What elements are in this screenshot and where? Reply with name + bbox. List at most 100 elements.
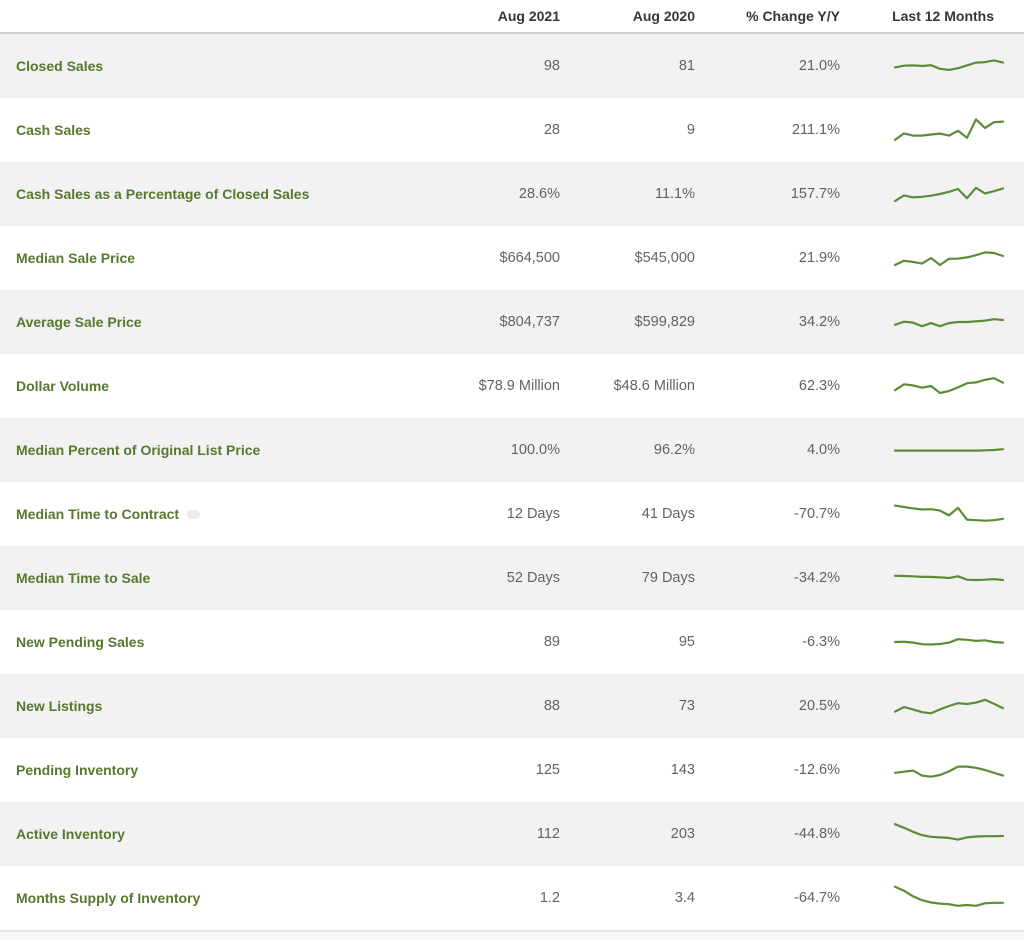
- value-change-yy: -44.8%: [794, 826, 840, 842]
- bottom-divider: [0, 930, 1024, 940]
- table-row: Median Sale Price $664,500 $545,000 21.9…: [0, 226, 1024, 290]
- sparkline-cell: [840, 882, 1024, 914]
- metric-label-link[interactable]: New Pending Sales: [0, 634, 430, 650]
- value-aug-2021: 28.6%: [518, 186, 560, 202]
- sparkline-chart: [893, 698, 1005, 715]
- value-aug-2020: 96.2%: [653, 442, 695, 458]
- value-aug-2020: 203: [670, 826, 695, 842]
- table-row: Closed Sales 98 81 21.0%: [0, 34, 1024, 98]
- sparkline-cell: [840, 626, 1024, 658]
- value-change-yy: -34.2%: [794, 570, 840, 586]
- value-change-yy: 21.9%: [798, 250, 840, 266]
- metric-label-link[interactable]: Average Sale Price: [0, 314, 430, 330]
- value-aug-2021: 100.0%: [510, 442, 560, 458]
- header-aug-2021: Aug 2021: [497, 8, 560, 24]
- sparkline-cell: [840, 754, 1024, 786]
- value-aug-2020: 143: [670, 762, 695, 778]
- sparkline-chart: [893, 504, 1005, 522]
- metric-label: Dollar Volume: [16, 378, 110, 394]
- table-row: Dollar Volume $78.9 Million $48.6 Millio…: [0, 354, 1024, 418]
- value-aug-2021: 28: [543, 122, 560, 138]
- table-row: Median Percent of Original List Price 10…: [0, 418, 1024, 482]
- metric-label-link[interactable]: New Listings: [0, 698, 430, 714]
- metric-label-link[interactable]: Closed Sales: [0, 58, 430, 74]
- metric-label-link[interactable]: Active Inventory: [0, 826, 430, 842]
- table-row: Cash Sales as a Percentage of Closed Sal…: [0, 162, 1024, 226]
- value-change-yy: 4.0%: [806, 442, 840, 458]
- value-aug-2020: 73: [678, 698, 695, 714]
- value-aug-2021: 125: [535, 762, 560, 778]
- metric-label: Median Percent of Original List Price: [16, 442, 261, 458]
- value-aug-2021: 89: [543, 634, 560, 650]
- metric-label: Median Sale Price: [16, 250, 136, 266]
- value-change-yy: -6.3%: [802, 634, 840, 650]
- metric-label-link[interactable]: Median Sale Price: [0, 250, 430, 266]
- value-change-yy: -70.7%: [794, 506, 840, 522]
- value-aug-2021: 88: [543, 698, 560, 714]
- metric-label-link[interactable]: Median Time to Sale: [0, 570, 430, 586]
- value-aug-2021: 1.2: [539, 890, 560, 906]
- value-change-yy: 34.2%: [798, 314, 840, 330]
- info-icon: [187, 509, 201, 519]
- value-aug-2020: 3.4: [674, 890, 695, 906]
- value-aug-2020: $545,000: [634, 250, 695, 266]
- metric-label-link[interactable]: Median Time to Contract: [0, 506, 430, 522]
- sparkline-cell: [840, 818, 1024, 850]
- value-aug-2020: 79 Days: [641, 570, 695, 586]
- sparkline-cell: [840, 178, 1024, 210]
- sparkline-cell: [840, 114, 1024, 146]
- metric-label-link[interactable]: Months Supply of Inventory: [0, 890, 430, 906]
- sparkline-chart: [893, 823, 1005, 841]
- value-change-yy: -12.6%: [794, 762, 840, 778]
- table-row: Median Time to Contract 12 Days 41 Days …: [0, 482, 1024, 546]
- sparkline-chart: [893, 448, 1005, 452]
- value-aug-2020: 9: [686, 122, 695, 138]
- table-row: New Listings 88 73 20.5%: [0, 674, 1024, 738]
- sparkline-chart: [893, 885, 1005, 907]
- sparkline-cell: [840, 50, 1024, 82]
- value-aug-2021: $804,737: [499, 314, 560, 330]
- metric-label-link[interactable]: Median Percent of Original List Price: [0, 442, 430, 458]
- value-change-yy: 157.7%: [790, 186, 840, 202]
- value-change-yy: 211.1%: [791, 122, 840, 138]
- metric-label: Months Supply of Inventory: [16, 890, 201, 906]
- sparkline-cell: [840, 434, 1024, 466]
- value-aug-2021: 52 Days: [506, 570, 560, 586]
- table-row: Cash Sales 28 9 211.1%: [0, 98, 1024, 162]
- value-aug-2020: 81: [678, 58, 695, 74]
- metric-label-link[interactable]: Cash Sales: [0, 122, 430, 138]
- header-aug-2020: Aug 2020: [632, 8, 695, 24]
- value-aug-2021: 98: [543, 58, 560, 74]
- metric-label: New Listings: [16, 698, 103, 714]
- metric-label: Cash Sales: [16, 122, 91, 138]
- value-aug-2021: 12 Days: [506, 506, 560, 522]
- metric-label: New Pending Sales: [16, 634, 145, 650]
- sparkline-chart: [893, 765, 1005, 778]
- table-row: Months Supply of Inventory 1.2 3.4 -64.7…: [0, 866, 1024, 930]
- table-row: Median Time to Sale 52 Days 79 Days -34.…: [0, 546, 1024, 610]
- metric-label: Cash Sales as a Percentage of Closed Sal…: [16, 186, 310, 202]
- market-stats-table: Aug 2021 Aug 2020 % Change Y/Y Last 12 M…: [0, 0, 1024, 940]
- metric-label-link[interactable]: Dollar Volume: [0, 378, 430, 394]
- value-change-yy: 62.3%: [798, 378, 840, 394]
- sparkline-chart: [893, 377, 1005, 395]
- value-change-yy: 21.0%: [798, 58, 840, 74]
- metric-label-link[interactable]: Pending Inventory: [0, 762, 430, 778]
- table-row: Pending Inventory 125 143 -12.6%: [0, 738, 1024, 802]
- value-aug-2021: $78.9 Million: [478, 378, 560, 394]
- value-aug-2020: $599,829: [634, 314, 695, 330]
- sparkline-chart: [893, 118, 1005, 141]
- sparkline-chart: [893, 251, 1005, 267]
- metric-label: Median Time to Sale: [16, 570, 151, 586]
- sparkline-chart: [893, 186, 1005, 203]
- metric-label: Pending Inventory: [16, 762, 139, 778]
- sparkline-chart: [893, 638, 1005, 646]
- table-header-row: Aug 2021 Aug 2020 % Change Y/Y Last 12 M…: [0, 0, 1024, 34]
- table-body: Closed Sales 98 81 21.0% Cash Sales 28 9…: [0, 34, 1024, 930]
- value-aug-2020: $48.6 Million: [613, 378, 695, 394]
- sparkline-cell: [840, 306, 1024, 338]
- value-aug-2020: 41 Days: [641, 506, 695, 522]
- sparkline-cell: [840, 370, 1024, 402]
- header-last-12-months: Last 12 Months: [892, 8, 994, 24]
- metric-label-link[interactable]: Cash Sales as a Percentage of Closed Sal…: [0, 186, 430, 202]
